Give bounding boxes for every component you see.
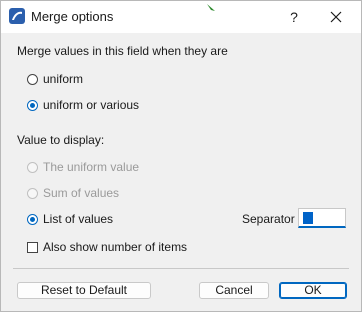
mouse-cursor-icon bbox=[205, 1, 217, 11]
radio-uniform-value[interactable]: The uniform value bbox=[27, 160, 139, 174]
divider bbox=[13, 268, 349, 269]
archicad-app-icon bbox=[9, 8, 25, 24]
radio-sum-of-values[interactable]: Sum of values bbox=[27, 186, 119, 200]
show-count-checkbox-label: Also show number of items bbox=[43, 240, 188, 254]
radio-uniform-label: uniform bbox=[43, 72, 84, 86]
separator-selection bbox=[303, 212, 313, 224]
show-count-checkbox[interactable]: Also show number of items bbox=[27, 240, 187, 254]
merge-options-dialog: Merge options ? Merge values in this fie… bbox=[0, 0, 362, 312]
close-button[interactable] bbox=[321, 5, 351, 29]
radio-list-of-values[interactable]: List of values bbox=[27, 212, 113, 226]
radio-list-of-values-indicator[interactable] bbox=[27, 213, 38, 225]
help-button[interactable]: ? bbox=[281, 5, 307, 29]
radio-sum-of-values-label: Sum of values bbox=[43, 186, 120, 200]
radio-sum-of-values-indicator[interactable] bbox=[27, 187, 38, 199]
title-bar: Merge options ? bbox=[1, 1, 361, 33]
radio-uniform-or-various[interactable]: uniform or various bbox=[27, 98, 139, 112]
radio-uniform-or-various-label: uniform or various bbox=[43, 98, 140, 112]
display-section-label: Value to display: bbox=[17, 133, 105, 147]
show-count-checkbox-box[interactable] bbox=[27, 241, 38, 253]
separator-input[interactable] bbox=[298, 208, 346, 228]
radio-list-of-values-label: List of values bbox=[43, 212, 114, 226]
cancel-button[interactable]: Cancel bbox=[199, 282, 269, 299]
radio-uniform-value-indicator[interactable] bbox=[27, 161, 38, 173]
separator-label: Separator bbox=[242, 212, 295, 226]
close-icon bbox=[330, 11, 342, 23]
ok-button[interactable]: OK bbox=[279, 282, 347, 299]
radio-uniform[interactable]: uniform bbox=[27, 72, 83, 86]
reset-to-default-button[interactable]: Reset to Default bbox=[17, 282, 151, 299]
merge-section-label: Merge values in this field when they are bbox=[17, 44, 228, 58]
radio-uniform-indicator[interactable] bbox=[27, 73, 38, 85]
radio-uniform-value-label: The uniform value bbox=[43, 160, 140, 174]
window-title: Merge options bbox=[31, 9, 114, 24]
radio-uniform-or-various-indicator[interactable] bbox=[27, 99, 38, 111]
